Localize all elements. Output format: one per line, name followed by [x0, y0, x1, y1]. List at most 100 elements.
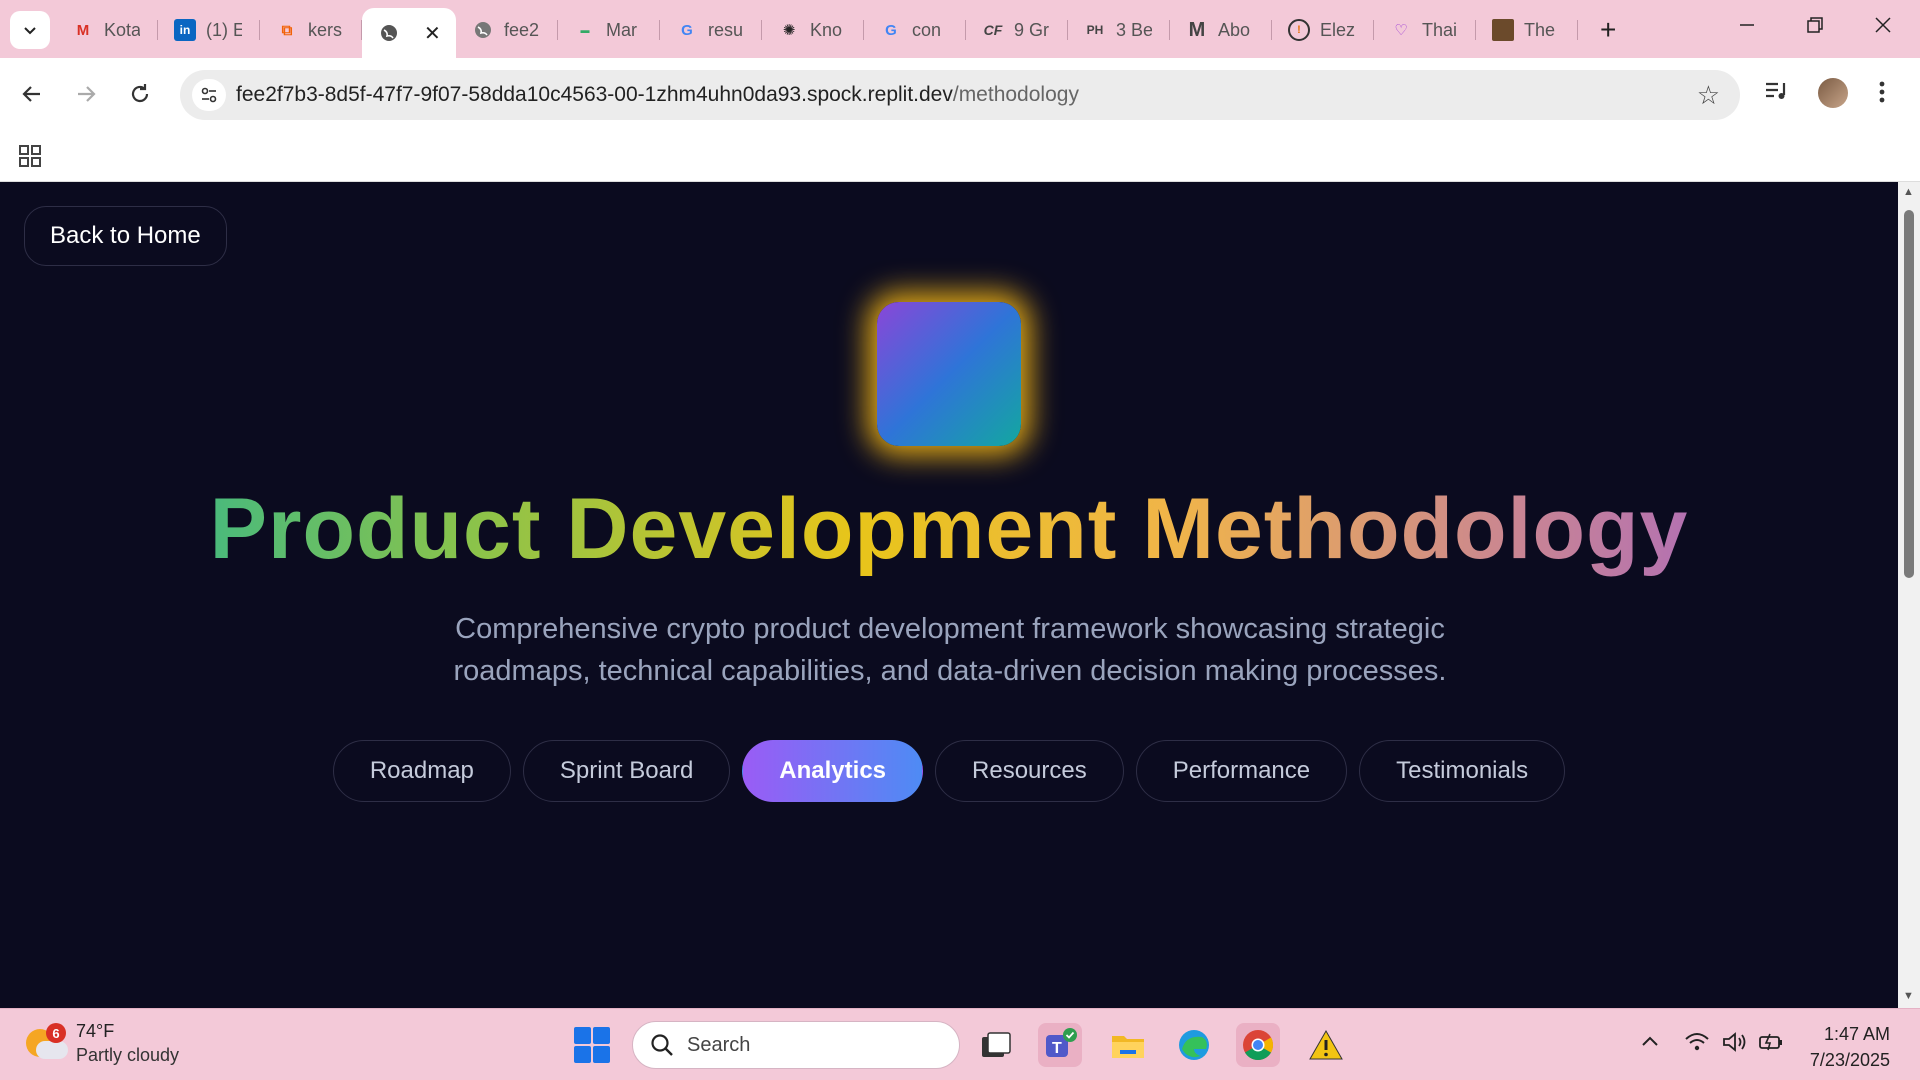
windows-taskbar: 6 74°F Partly cloudy Search T 1:47 AM 7/… [0, 1008, 1920, 1080]
tab-linkedin[interactable]: in (1) E [158, 8, 260, 52]
openai-icon: ✺ [782, 22, 796, 39]
taskbar-search-label: Search [687, 1034, 751, 1056]
chrome-icon[interactable] [1236, 1023, 1280, 1067]
close-tab-icon[interactable]: ✕ [424, 21, 441, 46]
chevron-down-icon [24, 27, 36, 35]
menu-dots-icon[interactable] [1878, 80, 1886, 110]
tab-resources[interactable]: Resources [935, 740, 1124, 802]
back-to-home-button[interactable]: Back to Home [24, 206, 227, 266]
gmail-icon: M [76, 21, 90, 39]
new-tab-button[interactable]: + [1600, 14, 1616, 46]
search-icon [649, 1032, 675, 1063]
page-title: Product Development Methodology [0, 482, 1898, 577]
tab-title: Kno [810, 19, 843, 40]
tab-title: Thai [1422, 19, 1458, 40]
volume-icon[interactable] [1722, 1031, 1748, 1059]
scroll-down-arrow-icon[interactable]: ▼ [1903, 990, 1914, 1002]
bookmark-star-icon[interactable]: ☆ [1697, 80, 1720, 111]
tab-the[interactable]: The [1476, 8, 1578, 52]
tab-title: The [1524, 19, 1556, 40]
tab-title: Mar [606, 19, 637, 40]
address-bar[interactable]: fee2f7b3-8d5f-47f7-9f07-58dda10c4563-00-… [180, 70, 1740, 120]
tab-openai[interactable]: ✺ Kno [762, 8, 864, 52]
tab-fee2[interactable]: fee2 [456, 8, 558, 52]
ph-icon: PH [1086, 23, 1104, 37]
tab-ph[interactable]: PH 3 Be [1068, 8, 1170, 52]
tab-title: 3 Be [1116, 19, 1152, 40]
tab-mar[interactable]: ▬ Mar [558, 8, 660, 52]
show-hidden-icons-icon[interactable] [1640, 1031, 1660, 1054]
page-scrollbar[interactable]: ▲ ▼ [1898, 182, 1920, 1008]
url-path: /methodology [952, 83, 1079, 106]
tab-title: 9 Gr [1014, 19, 1050, 40]
forward-arrow-icon[interactable] [68, 76, 104, 112]
tab-elez[interactable]: ! Elez [1272, 8, 1374, 52]
tab-sprint-board[interactable]: Sprint Board [522, 740, 731, 802]
wifi-icon[interactable] [1684, 1031, 1710, 1059]
svg-text:T: T [1052, 1040, 1062, 1057]
google-icon: G [885, 21, 897, 39]
tab-title: Elez [1320, 19, 1356, 40]
teams-icon[interactable]: T [1038, 1023, 1082, 1067]
tab-title: Kota [104, 19, 140, 40]
tab-google-resu[interactable]: G resu [660, 8, 762, 52]
battery-icon[interactable] [1758, 1031, 1784, 1059]
profile-avatar[interactable] [1818, 78, 1848, 108]
clock-date: 7/23/2025 [1809, 1050, 1890, 1070]
tab-replit[interactable]: ⧉ kers [260, 8, 362, 52]
reload-icon[interactable] [122, 76, 158, 112]
media-controls-icon[interactable] [1764, 80, 1790, 108]
tab-google-con[interactable]: G con [864, 8, 966, 52]
tab-search-button[interactable] [10, 11, 50, 49]
tab-analytics[interactable]: Analytics [742, 740, 924, 802]
tab-title: (1) E [206, 19, 242, 40]
minimize-icon[interactable] [1738, 14, 1756, 40]
tab-active[interactable]: ✕ [362, 8, 456, 58]
scroll-thumb[interactable] [1904, 210, 1914, 578]
cf-icon: CF [983, 22, 1003, 38]
file-explorer-icon[interactable] [1106, 1023, 1150, 1067]
restore-icon[interactable] [1806, 14, 1824, 40]
tab-title: resu [708, 19, 744, 40]
warning-icon[interactable] [1304, 1023, 1348, 1067]
google-icon: G [681, 21, 693, 39]
weather-condition[interactable]: Partly cloudy [76, 1045, 179, 1066]
tab-list: M Kota in (1) E ⧉ kers ✕ fee2 ▬ Mar G re… [56, 8, 1578, 58]
scroll-up-arrow-icon[interactable]: ▲ [1903, 186, 1914, 198]
url-text: fee2f7b3-8d5f-47f7-9f07-58dda10c4563-00-… [236, 83, 1079, 107]
back-arrow-icon[interactable] [14, 76, 50, 112]
task-view-icon[interactable] [974, 1023, 1018, 1067]
tab-roadmap[interactable]: Roadmap [332, 740, 511, 802]
site-icon: ▬ [580, 25, 590, 35]
apps-grid-icon[interactable] [18, 144, 42, 173]
tab-thai[interactable]: ♡ Thai [1374, 8, 1476, 52]
tab-strip: M Kota in (1) E ⧉ kers ✕ fee2 ▬ Mar G re… [0, 0, 1920, 58]
close-window-icon[interactable] [1874, 14, 1892, 40]
replit-icon: ⧉ [281, 21, 293, 39]
medium-icon: M [1188, 18, 1206, 41]
weather-badge: 6 [46, 1023, 66, 1043]
taskbar-search[interactable]: Search [632, 1021, 960, 1069]
tab-title: Abo [1218, 19, 1251, 40]
page-viewport: Back to Home Product Development Methodo… [0, 182, 1898, 1008]
tab-medium[interactable]: M Abo [1170, 8, 1272, 52]
tab-performance[interactable]: Performance [1135, 740, 1348, 802]
site-info-icon[interactable] [192, 79, 226, 111]
tab-title: con [912, 19, 942, 40]
heart-icon: ♡ [1394, 22, 1408, 39]
tab-cf[interactable]: CF 9 Gr [966, 8, 1068, 52]
weather-icon[interactable]: 6 [26, 1023, 68, 1061]
windows-start-icon[interactable] [574, 1027, 610, 1063]
linkedin-icon: in [174, 19, 196, 41]
clock-time: 1:47 AM [1823, 1024, 1890, 1044]
tab-testimonials[interactable]: Testimonials [1359, 740, 1566, 802]
weather-temperature[interactable]: 74°F [76, 1021, 114, 1042]
system-clock[interactable]: 1:47 AM 7/23/2025 [1790, 1021, 1890, 1073]
page-subtitle: Comprehensive crypto product development… [453, 613, 1447, 687]
tab-title: kers [308, 19, 343, 40]
tab-gmail[interactable]: M Kota [56, 8, 158, 52]
edge-icon[interactable] [1172, 1023, 1216, 1067]
browser-toolbar: fee2f7b3-8d5f-47f7-9f07-58dda10c4563-00-… [0, 58, 1920, 130]
image-icon [1492, 19, 1514, 41]
globe-icon [472, 19, 494, 41]
